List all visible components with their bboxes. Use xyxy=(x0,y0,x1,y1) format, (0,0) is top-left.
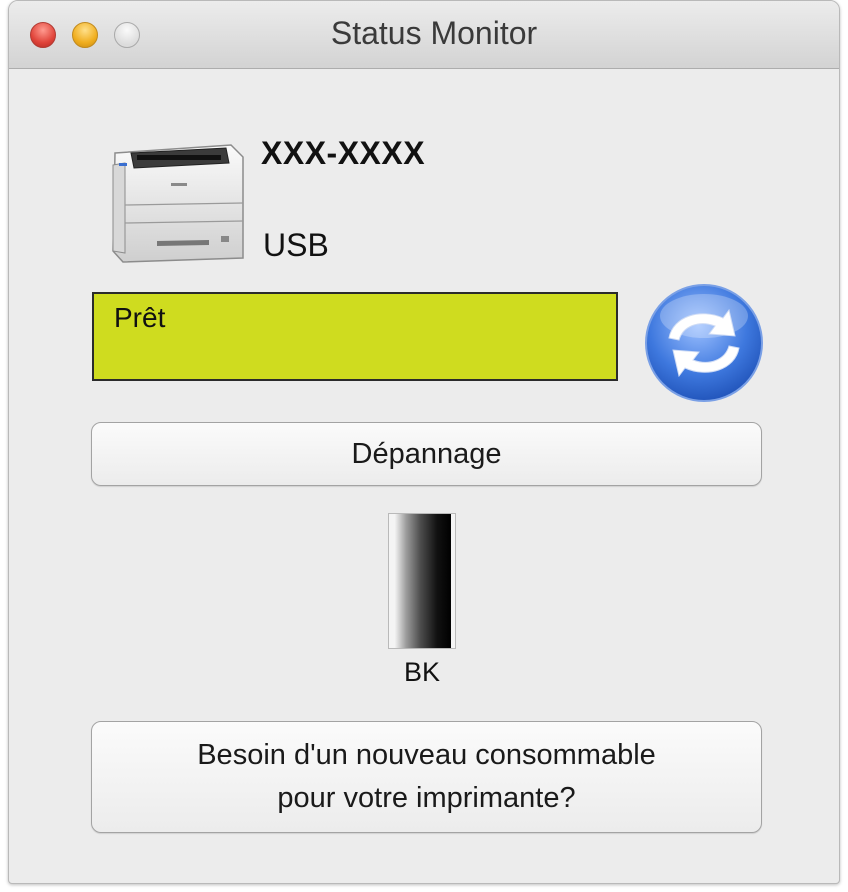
order-supplies-line-2: pour votre imprimante? xyxy=(277,782,576,814)
printer-model-name: XXX-XXXX xyxy=(261,135,426,171)
status-monitor-window: Status Monitor XXX-XXXX USB Prêt Dépanna… xyxy=(8,0,840,884)
status-display: Prêt xyxy=(92,292,618,381)
window-title: Status Monitor xyxy=(330,15,538,51)
order-supplies-button[interactable]: Besoin d'un nouveau consommable pour vot… xyxy=(91,721,762,833)
printer-icon xyxy=(112,144,244,263)
title-bar[interactable]: Status Monitor xyxy=(9,1,839,69)
troubleshooting-button[interactable]: Dépannage xyxy=(91,422,762,486)
toner-level-fill xyxy=(395,514,451,648)
refresh-icon[interactable] xyxy=(643,282,765,404)
connection-type: USB xyxy=(263,227,329,263)
status-text: Prêt xyxy=(114,302,166,333)
toner-level-gauge xyxy=(388,513,456,649)
toner-color-label: BK xyxy=(403,657,441,687)
order-supplies-line-1: Besoin d'un nouveau consommable xyxy=(197,739,656,771)
